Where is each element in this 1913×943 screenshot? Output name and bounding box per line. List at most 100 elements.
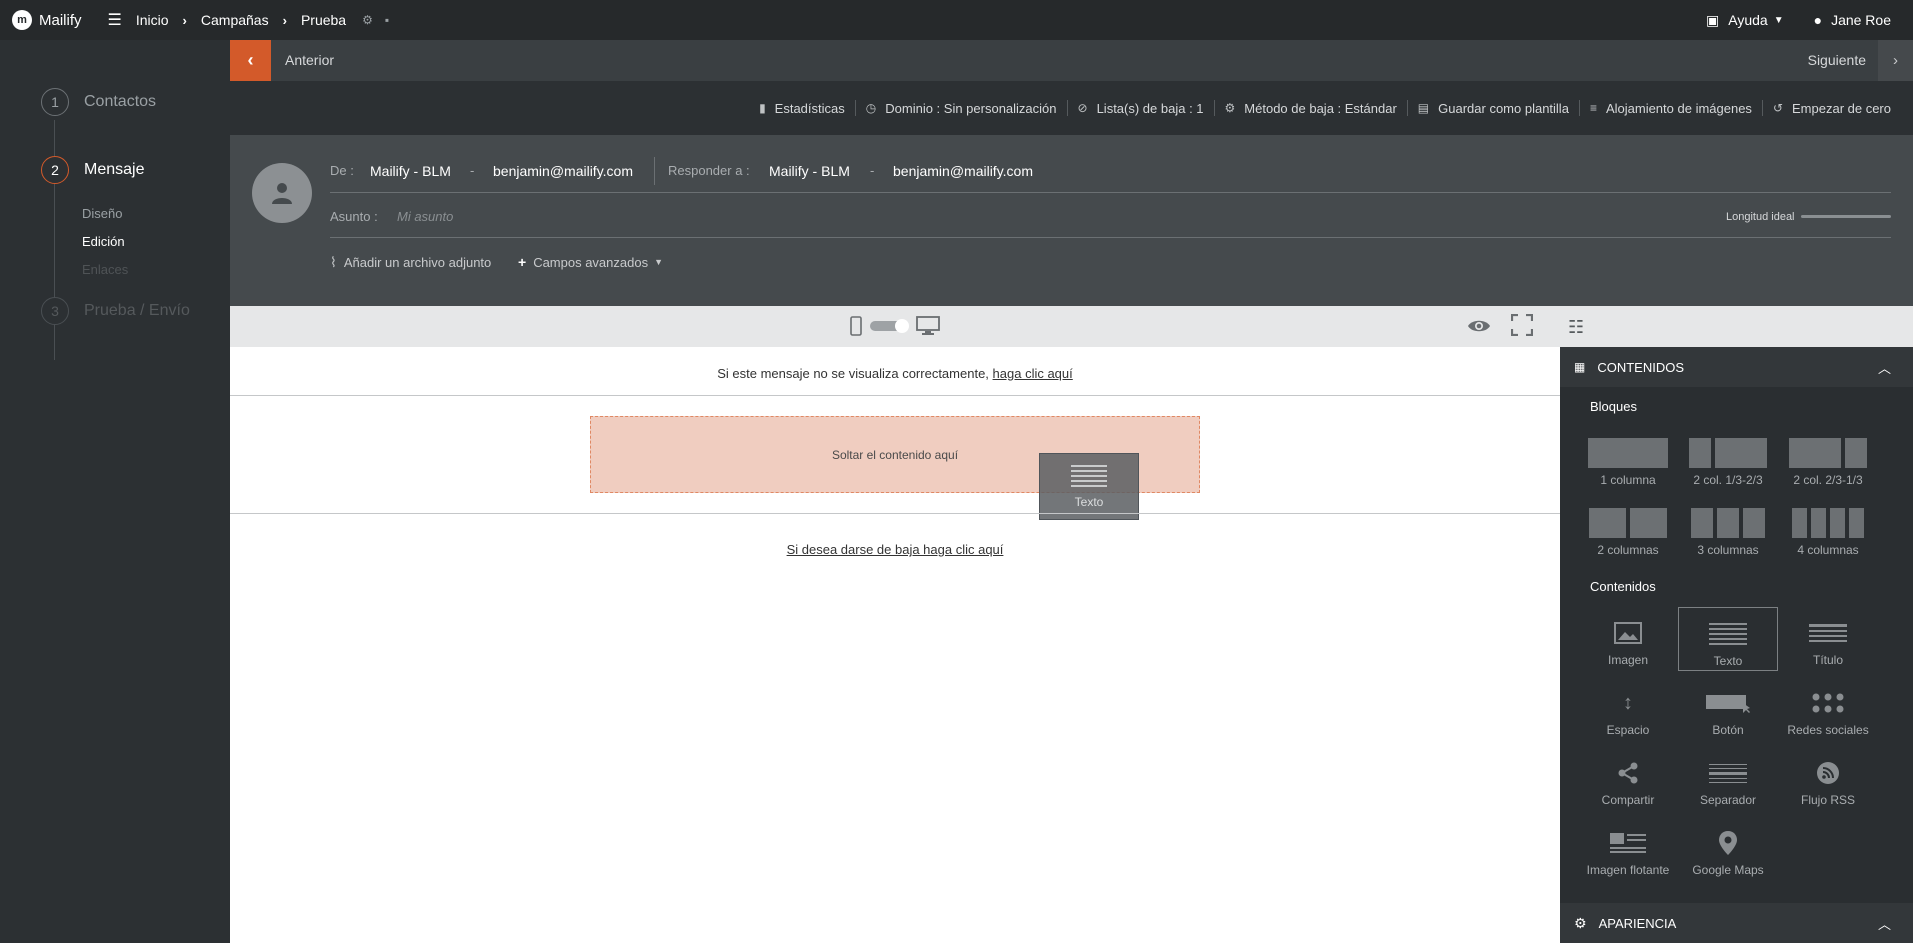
email-canvas[interactable]: Si este mensaje no se visualiza correcta…	[230, 347, 1560, 943]
domain-button[interactable]: ◷ Dominio : Sin personalización	[866, 101, 1057, 116]
breadcrumb-campanas[interactable]: Campañas	[201, 12, 269, 28]
stats-button[interactable]: ▮ Estadísticas	[759, 101, 845, 116]
content-text[interactable]: Texto	[1678, 607, 1778, 671]
desktop-icon[interactable]	[916, 316, 940, 336]
reply-to-name[interactable]: Mailify - BLM	[769, 163, 850, 179]
content-share[interactable]: Compartir	[1578, 747, 1678, 811]
block-3-columns-icon	[1678, 508, 1778, 538]
unsub-method-button[interactable]: ⚙ Método de baja : Estándar	[1225, 101, 1397, 116]
menu-icon[interactable]: ☰	[108, 10, 122, 30]
save-disk-icon[interactable]: ▪	[385, 13, 389, 27]
step-contactos[interactable]: 1 Contactos	[41, 88, 156, 116]
mobile-icon[interactable]	[850, 316, 862, 336]
content-separator[interactable]: Separador	[1678, 747, 1778, 811]
image-hosting-label: Alojamiento de imágenes	[1605, 100, 1752, 116]
content-google-maps[interactable]: Google Maps	[1678, 817, 1778, 881]
substep-diseno[interactable]: Diseño	[82, 206, 122, 221]
stats-label: Estadísticas	[774, 100, 845, 116]
save-template-button[interactable]: ▤ Guardar como plantilla	[1418, 101, 1569, 116]
step-label: Prueba / Envío	[84, 302, 190, 319]
next-label[interactable]: Siguiente	[1808, 52, 1866, 68]
mailify-logo-icon: m	[12, 10, 32, 30]
breadcrumb-inicio[interactable]: Inicio	[136, 12, 169, 28]
reply-to-email[interactable]: benjamin@mailify.com	[893, 163, 1033, 179]
preview-toolbar	[230, 306, 1560, 347]
paperclip-icon: ⌇	[330, 254, 337, 270]
gear-icon: ⚙	[1574, 914, 1587, 931]
help-menu[interactable]: ▣ Ayuda ▼	[1706, 12, 1784, 29]
chevron-left-icon: ‹	[247, 50, 254, 70]
content-social[interactable]: Redes sociales	[1778, 677, 1878, 741]
app-logo[interactable]: m Mailify	[12, 10, 82, 30]
subject-label: Asunto :	[330, 209, 378, 224]
chevron-right-icon: ›	[1893, 52, 1898, 69]
content-label: Google Maps	[1692, 863, 1764, 877]
block-3-columns[interactable]: 3 columnas	[1678, 508, 1778, 557]
preview-eye-icon[interactable]	[1467, 314, 1491, 338]
block-1-column[interactable]: 1 columna	[1578, 438, 1678, 487]
from-name[interactable]: Mailify - BLM	[370, 163, 451, 179]
block-4-columns[interactable]: 4 columnas	[1778, 508, 1878, 557]
block-label: 4 columnas	[1797, 543, 1859, 557]
chevron-down-icon: ▼	[1773, 14, 1784, 26]
content-floating-image[interactable]: Imagen flotante	[1578, 817, 1678, 881]
content-button[interactable]: Botón	[1678, 677, 1778, 741]
fullscreen-icon[interactable]	[1511, 314, 1533, 336]
block-2-col-1-3-2-3[interactable]: 2 col. 1/3-2/3	[1678, 438, 1778, 487]
content-label: Botón	[1712, 723, 1744, 737]
content-panel: ☷ ▦ CONTENIDOS ︿ Bloques 1 columna 2 col…	[1560, 306, 1913, 943]
subject-input[interactable]: Mi asunto	[397, 209, 453, 224]
contents-header-label: CONTENIDOS	[1597, 359, 1685, 375]
start-over-button[interactable]: ↺ Empezar de cero	[1773, 101, 1891, 116]
divider	[230, 395, 1560, 396]
content-title[interactable]: Título	[1778, 607, 1878, 671]
device-toggle[interactable]	[870, 319, 909, 333]
help-label: Ayuda	[1728, 12, 1768, 28]
settings-gear-icon[interactable]: ⚙	[362, 13, 373, 27]
user-menu[interactable]: ● Jane Roe	[1814, 12, 1891, 28]
breadcrumb: Inicio › Campañas › Prueba	[136, 12, 346, 28]
appearance-section-header[interactable]: ⚙ APARIENCIA ︿	[1560, 903, 1913, 943]
step-mensaje[interactable]: 2 Mensaje	[41, 156, 144, 184]
ideal-length-bar	[1801, 215, 1891, 218]
divider	[854, 100, 856, 116]
advanced-fields-button[interactable]: + Campos avanzados ▼	[518, 254, 663, 270]
previous-label[interactable]: Anterior	[285, 52, 334, 68]
next-button[interactable]: ›	[1878, 40, 1913, 81]
clock-icon: ◷	[865, 101, 877, 115]
grid-icon: ▦	[1574, 360, 1586, 374]
block-4-columns-icon	[1778, 508, 1878, 538]
breadcrumb-prueba: Prueba	[300, 12, 347, 28]
panel-toggle-icon[interactable]: ☷	[1568, 317, 1584, 338]
content-image[interactable]: Imagen	[1578, 607, 1678, 671]
image-hosting-button[interactable]: ≡ Alojamiento de imágenes	[1590, 101, 1752, 116]
previous-button[interactable]: ‹	[230, 40, 271, 81]
attach-file-button[interactable]: ⌇ Añadir un archivo adjunto	[330, 254, 491, 271]
block-2-col-2-3-1-3[interactable]: 2 col. 2/3-1/3	[1778, 438, 1878, 487]
content-space[interactable]: ↕ Espacio	[1578, 677, 1678, 741]
sender-avatar[interactable]	[252, 163, 312, 223]
unsub-lists-button[interactable]: ⊘ Lista(s) de baja : 1	[1078, 101, 1204, 116]
web-version-link[interactable]: haga clic aquí	[993, 366, 1073, 381]
divider	[1578, 100, 1580, 116]
block-label: 2 columnas	[1597, 543, 1659, 557]
from-email[interactable]: benjamin@mailify.com	[493, 163, 633, 179]
unsubscribe-link[interactable]: Si desea darse de baja haga clic aquí	[230, 542, 1560, 557]
block-2-columns[interactable]: 2 columnas	[1578, 508, 1678, 557]
attach-file-label: Añadir un archivo adjunto	[343, 255, 492, 270]
content-rss[interactable]: Flujo RSS	[1778, 747, 1878, 811]
button-icon	[1678, 689, 1778, 717]
step-prueba-envio: 3 Prueba / Envío	[41, 297, 190, 325]
block-2-col-23-icon	[1778, 438, 1878, 468]
ideal-length-label: Longitud ideal	[1726, 211, 1795, 223]
block-label: 1 columna	[1600, 473, 1656, 487]
divider	[330, 237, 1891, 238]
divider	[330, 192, 1891, 193]
content-label: Imagen flotante	[1586, 863, 1670, 877]
map-pin-icon	[1678, 829, 1778, 857]
dragged-text-block[interactable]: Texto	[1039, 453, 1139, 520]
ban-icon: ⊘	[1077, 101, 1088, 115]
substep-edicion[interactable]: Edición	[82, 234, 125, 249]
contents-section-header[interactable]: ▦ CONTENIDOS ︿	[1560, 347, 1913, 387]
divider	[1066, 100, 1068, 116]
